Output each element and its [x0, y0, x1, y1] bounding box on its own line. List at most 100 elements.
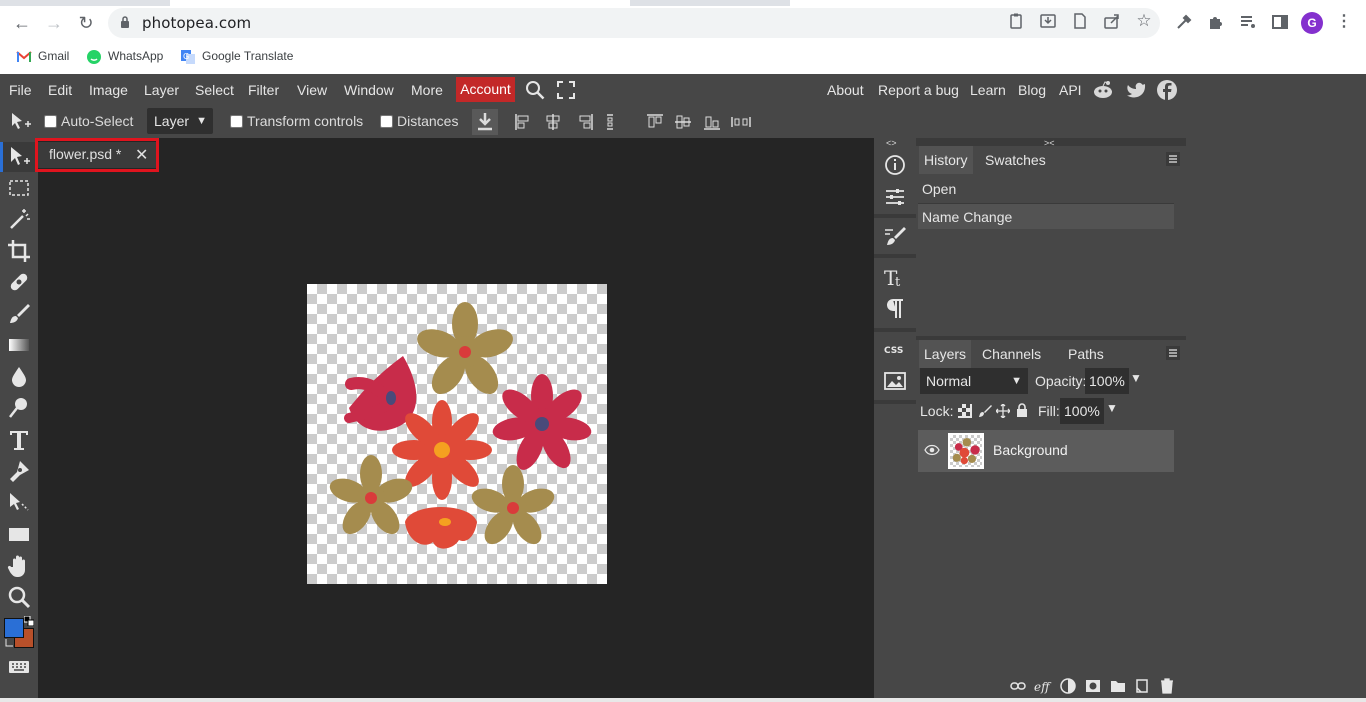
tab-history[interactable]: History: [919, 146, 973, 174]
opacity-input[interactable]: 100%: [1085, 368, 1129, 394]
tab-layers[interactable]: Layers: [919, 340, 972, 368]
align-right-icon[interactable]: [576, 113, 594, 131]
distribute-vertical-icon[interactable]: [730, 113, 752, 131]
align-download-icon[interactable]: [472, 109, 498, 135]
marquee-tool-icon[interactable]: [6, 175, 32, 201]
opacity-dropdown-icon[interactable]: ▼: [1130, 371, 1142, 385]
link-layers-icon[interactable]: [1010, 678, 1026, 694]
panel-menu-icon[interactable]: [1166, 152, 1180, 166]
paragraph-icon[interactable]: [882, 296, 908, 322]
more-vert-icon[interactable]: ⋮: [1334, 12, 1354, 32]
delete-layer-trash-icon[interactable]: [1159, 678, 1175, 694]
pen-tool-icon[interactable]: [6, 458, 32, 484]
history-entry[interactable]: Open: [918, 176, 1174, 202]
menu-image[interactable]: Image: [89, 81, 128, 99]
crop-tool-icon[interactable]: [6, 238, 32, 264]
bookmark-whatsapp[interactable]: WhatsApp: [86, 47, 163, 65]
menu-window[interactable]: Window: [344, 81, 394, 99]
dodge-tool-icon[interactable]: [6, 395, 32, 421]
install-app-icon[interactable]: [1039, 12, 1057, 30]
link-api[interactable]: API: [1059, 81, 1082, 99]
link-report-bug[interactable]: Report a bug: [878, 81, 959, 99]
media-queue-icon[interactable]: [1238, 12, 1258, 32]
tab-channels[interactable]: Channels: [977, 340, 1046, 368]
layer-effects-icon[interactable]: eff: [1034, 678, 1052, 694]
align-left-icon[interactable]: [514, 113, 532, 131]
search-icon[interactable]: [525, 80, 545, 100]
eye-visibility-icon[interactable]: [924, 444, 940, 456]
blend-mode-select[interactable]: Normal ▼: [920, 368, 1028, 394]
collapse-column-icon[interactable]: <>: [886, 138, 897, 148]
link-blog[interactable]: Blog: [1018, 81, 1046, 99]
document-canvas[interactable]: [307, 284, 607, 584]
image-icon[interactable]: [882, 368, 908, 394]
star-bookmark-icon[interactable]: ☆: [1135, 12, 1153, 30]
align-bottom-icon[interactable]: [703, 113, 721, 131]
zoom-tool-icon[interactable]: [6, 584, 32, 610]
auto-select-target-select[interactable]: Layer ▼: [147, 108, 213, 134]
magic-wand-tool-icon[interactable]: [6, 206, 32, 232]
forward-arrow-icon[interactable]: →: [42, 11, 66, 35]
page-icon[interactable]: [1071, 12, 1089, 30]
panel-menu-icon[interactable]: [1166, 346, 1180, 360]
account-button[interactable]: Account: [456, 77, 515, 102]
lock-all-icon[interactable]: [1015, 403, 1029, 418]
default-colors-icon[interactable]: [24, 616, 34, 626]
adjustments-icon[interactable]: [882, 184, 908, 210]
layer-row[interactable]: Background: [918, 430, 1174, 472]
align-top-icon[interactable]: [646, 113, 664, 131]
reload-icon[interactable]: ↻: [74, 11, 98, 35]
address-bar[interactable]: photopea.com: [108, 8, 1160, 38]
link-about[interactable]: About: [827, 81, 864, 99]
info-icon[interactable]: [882, 152, 908, 178]
menu-filter[interactable]: Filter: [248, 81, 279, 99]
layer-mask-icon[interactable]: [1085, 678, 1101, 694]
lock-transparency-icon[interactable]: [958, 404, 972, 418]
fullscreen-icon[interactable]: [557, 81, 575, 99]
path-selection-tool-icon[interactable]: [6, 490, 32, 516]
menu-edit[interactable]: Edit: [48, 81, 72, 99]
tab-paths[interactable]: Paths: [1063, 340, 1109, 368]
css-icon[interactable]: CSS: [882, 336, 908, 362]
bookmark-gmail[interactable]: Gmail: [16, 47, 69, 65]
tab-swatches[interactable]: Swatches: [980, 146, 1051, 174]
healing-brush-tool-icon[interactable]: [6, 269, 32, 295]
menu-layer[interactable]: Layer: [144, 81, 179, 99]
type-tool-icon[interactable]: [6, 427, 32, 453]
auto-select-checkbox[interactable]: [44, 115, 57, 128]
keyboard-icon[interactable]: [8, 660, 30, 674]
blur-tool-icon[interactable]: [6, 364, 32, 390]
extensions-puzzle-icon[interactable]: [1206, 12, 1226, 32]
bookmark-google-translate[interactable]: G Google Translate: [180, 47, 293, 65]
distances-checkbox[interactable]: [380, 115, 393, 128]
lock-pixels-brush-icon[interactable]: [978, 404, 992, 418]
reddit-icon[interactable]: [1092, 79, 1114, 101]
profile-avatar[interactable]: G: [1301, 12, 1323, 34]
rectangle-tool-icon[interactable]: [6, 521, 32, 547]
clipboard-icon[interactable]: [1007, 12, 1025, 30]
brush-settings-icon[interactable]: [882, 224, 908, 250]
menu-select[interactable]: Select: [195, 81, 234, 99]
character-icon[interactable]: Tt: [882, 264, 908, 290]
menu-file[interactable]: File: [9, 81, 32, 99]
fill-input[interactable]: 100%: [1060, 398, 1104, 424]
share-icon[interactable]: [1103, 12, 1121, 30]
distribute-horizontal-icon[interactable]: [604, 113, 622, 131]
facebook-icon[interactable]: [1156, 79, 1178, 101]
lock-position-move-icon[interactable]: [996, 404, 1010, 418]
adjustment-layer-icon[interactable]: [1060, 678, 1076, 694]
twitter-icon[interactable]: [1125, 79, 1147, 101]
menu-view[interactable]: View: [297, 81, 327, 99]
eyedropper-extension-icon[interactable]: [1174, 12, 1194, 32]
swap-colors-icon[interactable]: [4, 638, 14, 648]
new-layer-icon[interactable]: [1134, 678, 1150, 694]
menu-more[interactable]: More: [411, 81, 443, 99]
history-entry-active[interactable]: Name Change: [918, 203, 1174, 229]
transform-controls-checkbox[interactable]: [230, 115, 243, 128]
gradient-tool-icon[interactable]: [6, 332, 32, 358]
align-middle-vertical-icon[interactable]: [674, 113, 692, 131]
side-panel-icon[interactable]: [1270, 12, 1290, 32]
align-center-horizontal-icon[interactable]: [544, 113, 562, 131]
new-group-folder-icon[interactable]: [1110, 678, 1126, 694]
link-learn[interactable]: Learn: [970, 81, 1006, 99]
